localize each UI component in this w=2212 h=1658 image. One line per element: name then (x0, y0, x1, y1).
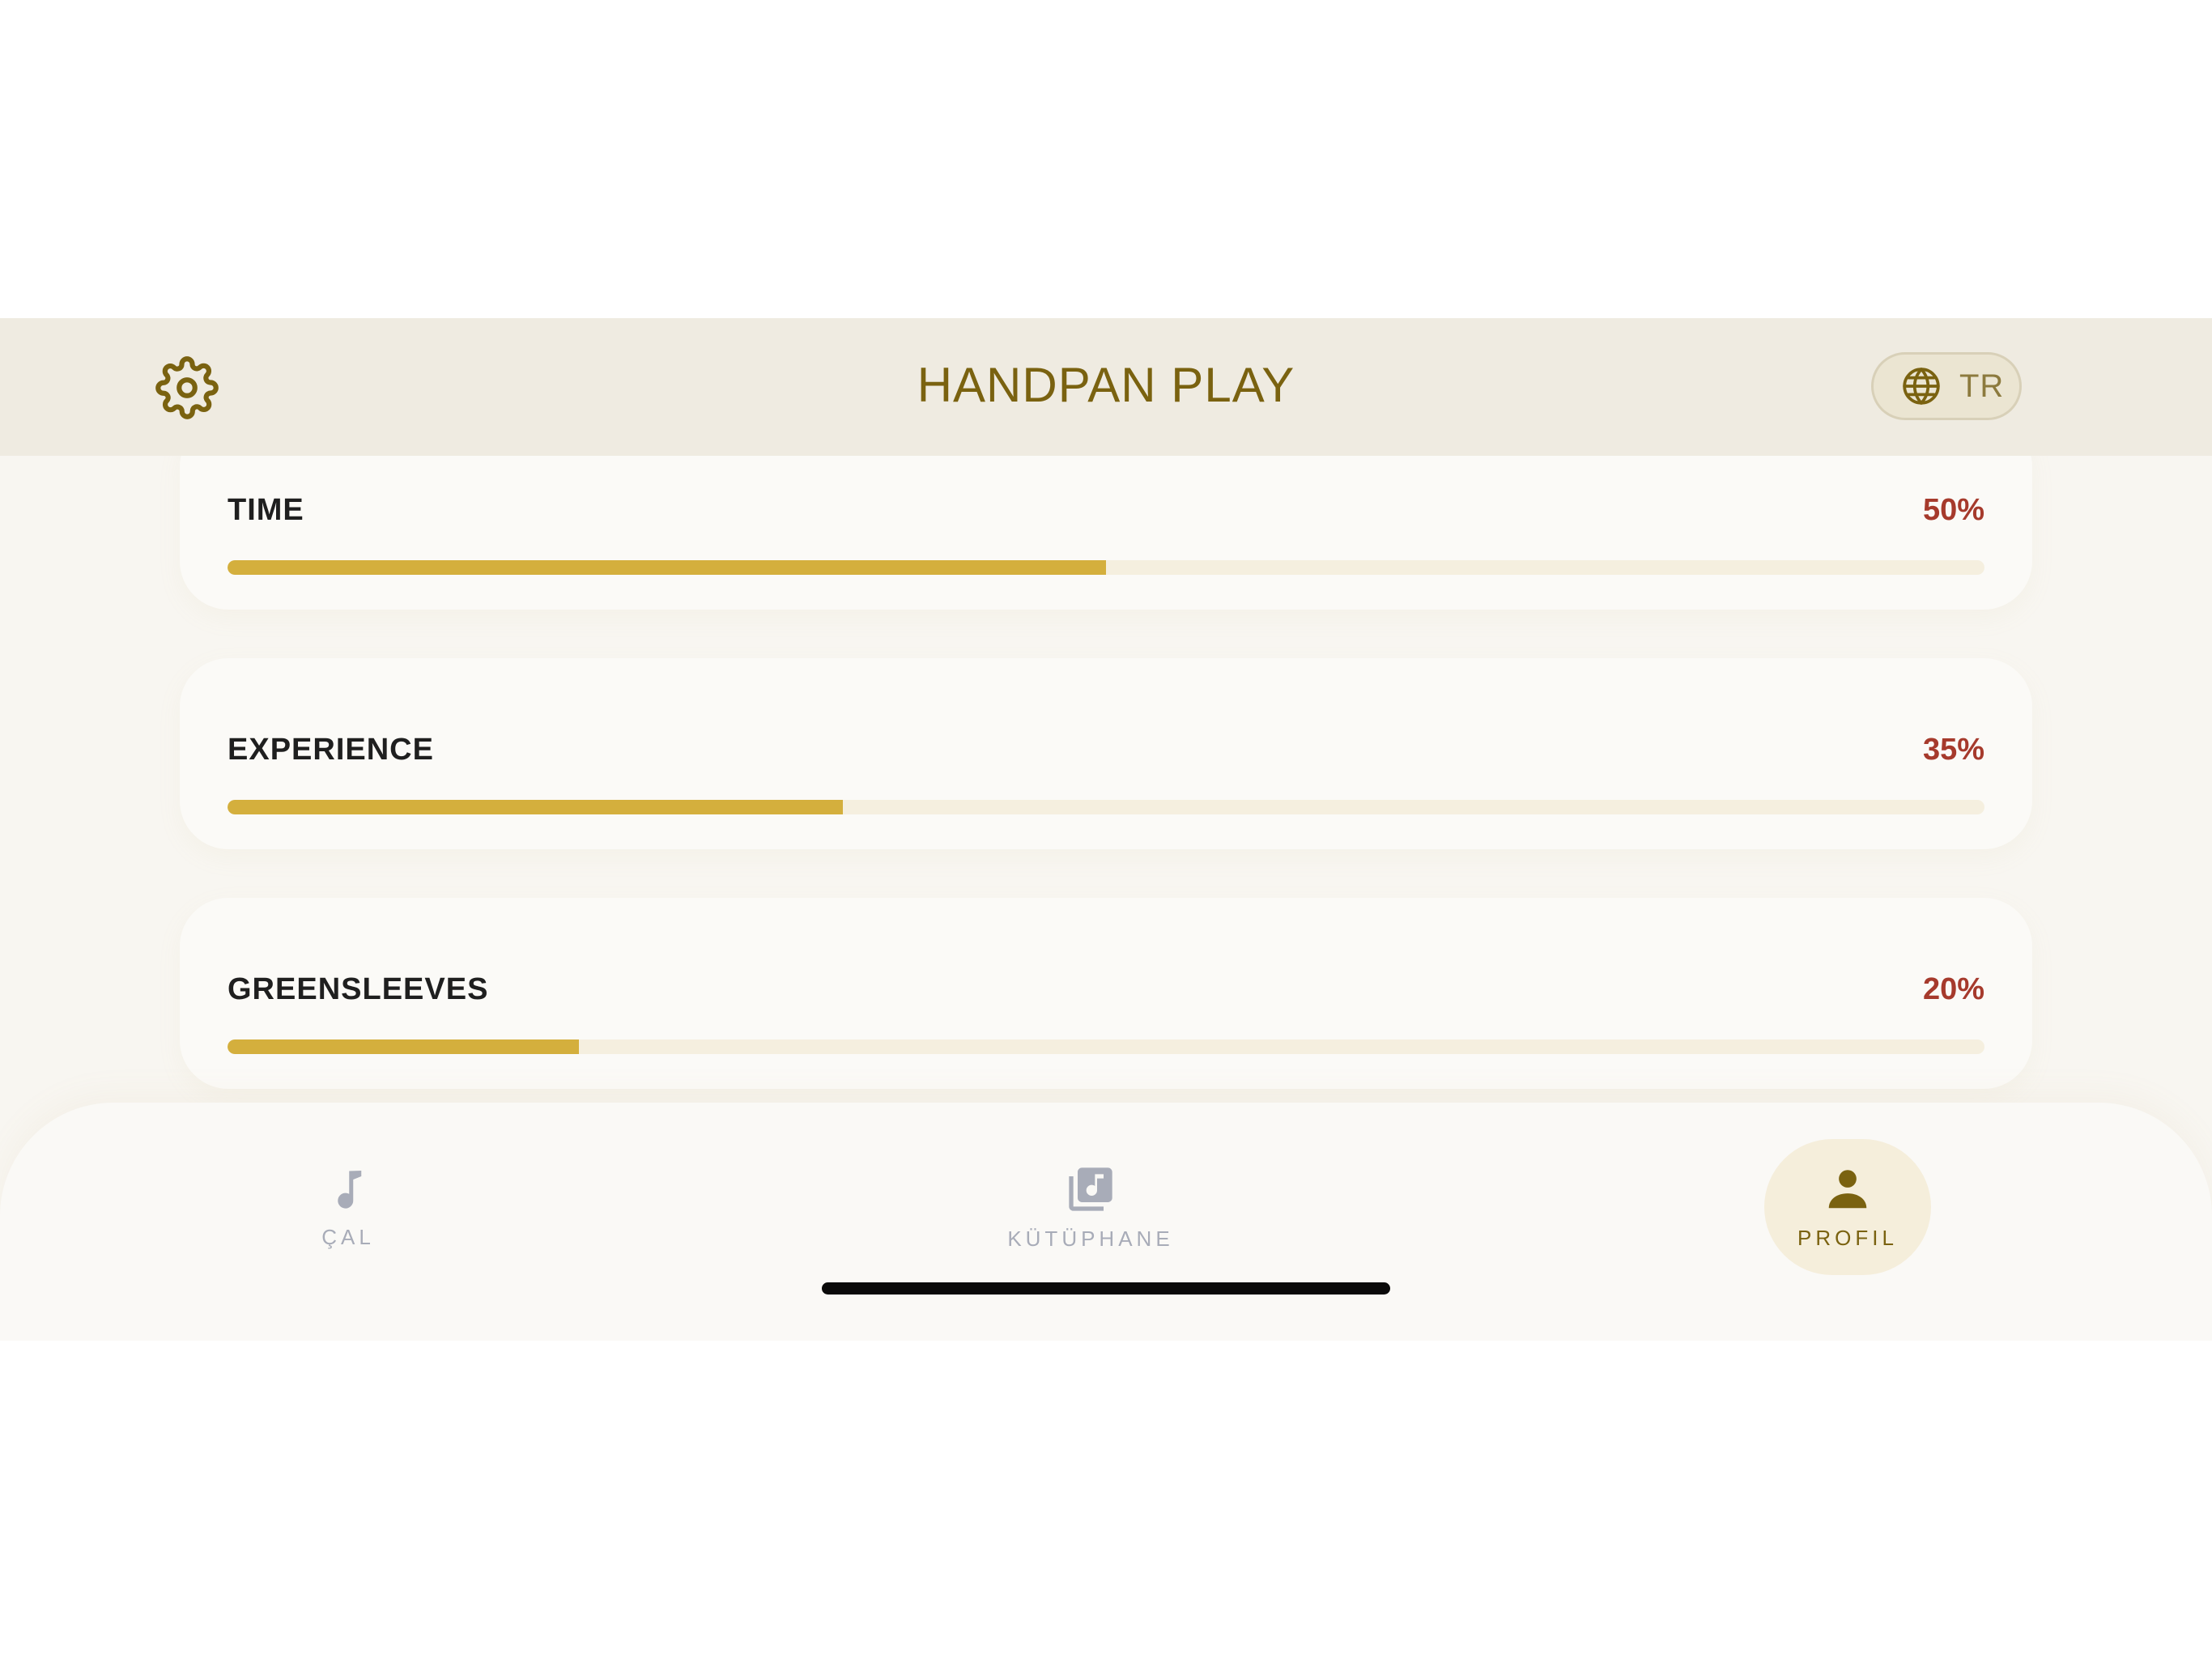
tab-profile[interactable]: PROFIL (1764, 1139, 1931, 1275)
progress-name: TIME (228, 493, 304, 527)
globe-icon (1903, 368, 1940, 405)
progress-track (228, 560, 1984, 575)
person-icon (1828, 1169, 1867, 1208)
progress-name: EXPERIENCE (228, 733, 434, 767)
progress-percent: 35% (1922, 733, 1984, 767)
progress-track (228, 800, 1984, 814)
progress-percent: 50% (1922, 493, 1984, 527)
music-library-icon (1069, 1167, 1112, 1211)
language-selector[interactable]: TR (1871, 352, 2022, 420)
progress-percent: 20% (1922, 972, 1984, 1006)
progress-fill (228, 800, 843, 814)
tab-library[interactable]: KÜTÜPHANE (984, 1139, 1197, 1275)
progress-card-experience: EXPERIENCE 35% (180, 658, 2032, 849)
home-indicator (822, 1282, 1390, 1295)
progress-card-time: TIME 50% (180, 456, 2032, 610)
app-screen: HANDPAN PLAY TR TIME 50% EXPERIENCE 35% (0, 318, 2212, 1341)
app-header: HANDPAN PLAY TR (0, 318, 2212, 456)
tab-label: PROFIL (1797, 1225, 1898, 1250)
music-note-icon (338, 1170, 362, 1209)
progress-name: GREENSLEEVES (228, 972, 489, 1006)
progress-fill (228, 560, 1106, 575)
tab-play[interactable]: ÇAL (267, 1139, 429, 1275)
tab-bar: ÇAL KÜTÜPHANE PROFIL (0, 1103, 2212, 1341)
tab-label: ÇAL (321, 1224, 375, 1249)
progress-track (228, 1039, 1984, 1054)
language-code: TR (1959, 368, 2005, 404)
progress-fill (228, 1039, 579, 1054)
tab-label: KÜTÜPHANE (1007, 1226, 1174, 1251)
progress-card-greensleeves: GREENSLEEVES 20% (180, 898, 2032, 1089)
